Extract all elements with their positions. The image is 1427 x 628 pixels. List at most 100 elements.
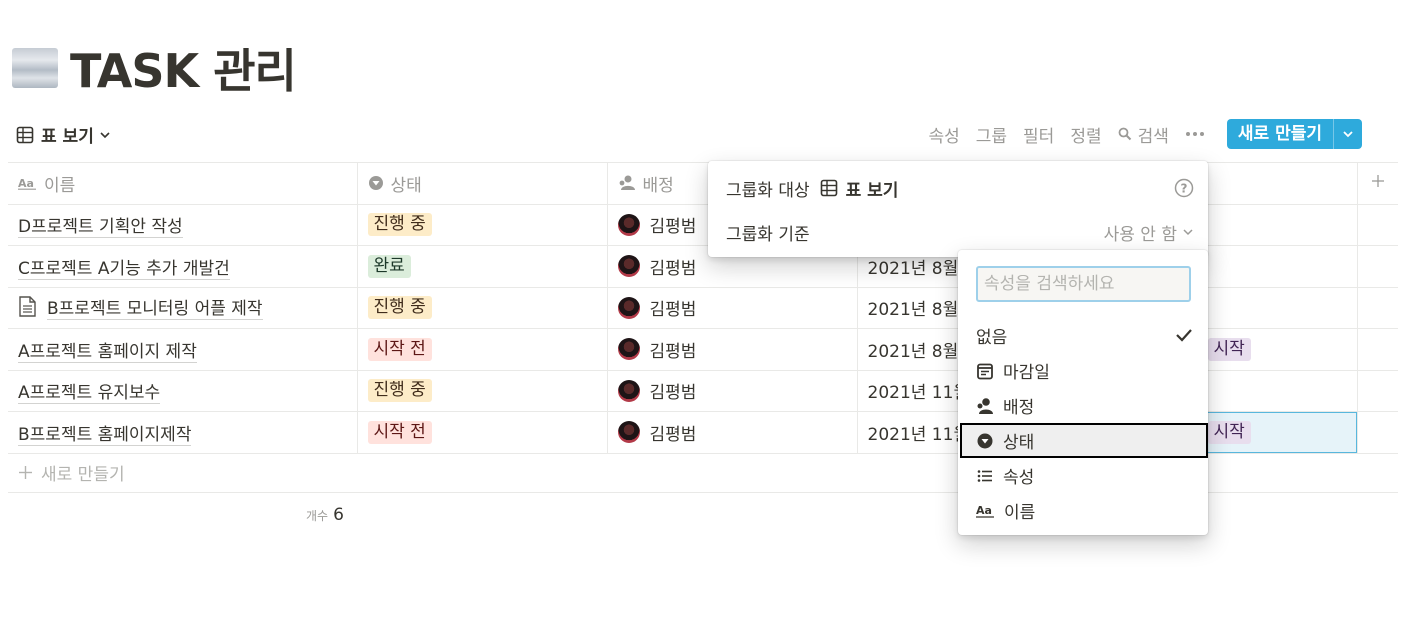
group-criteria-row[interactable]: 그룹화 기준 사용 안 함 — [726, 219, 1194, 245]
search-label: 검색 — [1137, 126, 1169, 147]
cell-empty — [1357, 245, 1398, 288]
search-icon — [1118, 127, 1131, 141]
property-search-input[interactable] — [976, 266, 1191, 302]
cell-name[interactable]: C프로젝트 A기능 추가 개발건 — [8, 245, 358, 288]
plus-icon — [19, 466, 32, 479]
row-title: C프로젝트 A기능 추가 개발건 — [18, 258, 230, 280]
menu-item-properties[interactable]: 속성 — [960, 458, 1208, 493]
row-count[interactable]: 개수 6 — [306, 505, 344, 525]
column-header-status[interactable]: 상태 — [357, 162, 608, 205]
cell-status[interactable]: 시작 전 — [357, 411, 608, 454]
menu-item-label: 상태 — [1003, 433, 1035, 453]
menu-item-status[interactable]: 상태 — [960, 423, 1208, 458]
date-value: 2021년 11월 — [867, 383, 970, 404]
cell-status[interactable]: 진행 중 — [357, 203, 608, 246]
cell-empty — [1357, 328, 1398, 371]
view-name: 표 보기 — [41, 127, 94, 147]
cell-name[interactable]: D프로젝트 기획안 작성 — [8, 203, 358, 246]
calendar-icon — [977, 363, 993, 379]
new-button-dropdown[interactable] — [1334, 119, 1362, 149]
sort-button[interactable]: 정렬 — [1070, 122, 1101, 147]
assignee-name: 김평범 — [649, 383, 697, 404]
table-icon — [16, 126, 34, 143]
add-column-button[interactable] — [1357, 162, 1398, 205]
avatar — [617, 255, 640, 278]
cell-status[interactable]: 시작 전 — [357, 328, 608, 371]
cell-status[interactable]: 완료 — [357, 245, 608, 288]
cell-name[interactable]: B프로젝트 홈페이지제작 — [8, 411, 358, 454]
group-criteria-label: 그룹화 기준 — [726, 224, 810, 245]
extra-tag: 시작 — [1207, 420, 1251, 444]
group-button[interactable]: 그룹 — [976, 122, 1007, 147]
avatar — [617, 296, 640, 319]
chevron-down-icon — [1343, 131, 1353, 138]
more-options-button[interactable] — [1185, 131, 1211, 137]
page-title[interactable]: TASK 관리 — [70, 35, 297, 101]
row-title: D프로젝트 기획안 작성 — [18, 217, 183, 239]
date-value: 2021년 8월 — [867, 258, 959, 279]
group-by-property-menu: 없음 마감일 배정 — [958, 250, 1208, 535]
group-target-view-name: 표 보기 — [845, 180, 899, 201]
menu-item-none[interactable]: 없음 — [960, 318, 1208, 353]
cell-assignee[interactable]: 김평범 — [607, 286, 858, 329]
page-header: TASK 관리 — [12, 35, 297, 101]
page-icon-cover-image[interactable] — [12, 48, 58, 88]
cell-empty — [1357, 411, 1398, 454]
cell-assignee[interactable]: 김평범 — [607, 369, 858, 412]
column-header-label: 상태 — [390, 175, 422, 196]
avatar — [617, 213, 640, 236]
chevron-down-icon — [1183, 229, 1193, 236]
status-tag: 시작 전 — [367, 337, 432, 361]
cell-name[interactable]: A프로젝트 홈페이지 제작 — [8, 328, 358, 371]
svg-text:Aa: Aa — [18, 177, 34, 190]
group-criteria-value: 사용 안 함 — [1103, 224, 1177, 245]
row-title: A프로젝트 홈페이지 제작 — [18, 341, 197, 363]
row-title: B프로젝트 모니터링 어플 제작 — [47, 294, 263, 320]
plus-icon — [1371, 175, 1384, 188]
group-criteria-select[interactable]: 사용 안 함 — [1104, 220, 1194, 245]
date-value: 2021년 8월 — [867, 341, 959, 362]
new-button[interactable]: 새로 만들기 — [1227, 119, 1334, 149]
avatar — [617, 379, 640, 402]
column-header-name[interactable]: Aa 이름 — [8, 162, 358, 205]
assignee-name: 김평범 — [649, 300, 697, 321]
cell-status[interactable]: 진행 중 — [357, 286, 608, 329]
properties-button[interactable]: 속성 — [928, 122, 959, 147]
toolbar-actions: 속성 그룹 필터 정렬 검색 새로 만들기 — [912, 118, 1362, 150]
group-target-label: 그룹화 대상 — [726, 180, 810, 201]
assignee-name: 김평범 — [649, 258, 697, 279]
cell-empty — [1357, 369, 1398, 412]
status-icon — [977, 433, 993, 448]
menu-item-name[interactable]: Aa 이름 — [960, 493, 1208, 528]
column-header-label: 배정 — [642, 175, 674, 196]
checkmark-icon — [1176, 329, 1192, 342]
menu-item-due-date[interactable]: 마감일 — [960, 353, 1208, 388]
group-target-view: 표 보기 — [820, 176, 899, 201]
property-list: 없음 마감일 배정 상태 속성 Aa 이름 — [960, 318, 1208, 528]
new-button-group: 새로 만들기 — [1226, 119, 1362, 149]
assignee-name: 김평범 — [649, 341, 697, 362]
view-switcher[interactable]: 표 보기 — [16, 122, 111, 147]
cell-assignee[interactable]: 김평범 — [607, 328, 858, 371]
status-tag: 진행 중 — [367, 213, 432, 237]
cell-status[interactable]: 진행 중 — [357, 369, 608, 412]
row-title: A프로젝트 유지보수 — [18, 383, 161, 405]
menu-item-label: 없음 — [976, 328, 1008, 348]
search-button[interactable]: 검색 — [1118, 122, 1169, 147]
view-toolbar: 표 보기 속성 그룹 필터 정렬 검색 새로 만들기 — [8, 118, 1398, 152]
menu-item-label: 속성 — [1003, 468, 1035, 488]
cell-name[interactable]: A프로젝트 유지보수 — [8, 369, 358, 412]
cell-assignee[interactable]: 김평범 — [607, 411, 858, 454]
menu-item-assignee[interactable]: 배정 — [960, 388, 1208, 423]
status-tag: 진행 중 — [367, 379, 432, 403]
cell-empty — [1357, 286, 1398, 329]
table-icon — [820, 179, 837, 197]
assignee-name: 김평범 — [649, 217, 697, 238]
group-settings-popup: 그룹화 대상 표 보기 ? 그룹화 기준 사용 안 함 — [708, 161, 1208, 257]
chevron-down-icon — [100, 131, 110, 138]
assignee-name: 김평범 — [649, 424, 697, 445]
cell-empty — [1357, 203, 1398, 246]
filter-button[interactable]: 필터 — [1023, 122, 1054, 147]
help-icon[interactable]: ? — [1174, 178, 1194, 198]
cell-name[interactable]: B프로젝트 모니터링 어플 제작 — [8, 286, 358, 329]
